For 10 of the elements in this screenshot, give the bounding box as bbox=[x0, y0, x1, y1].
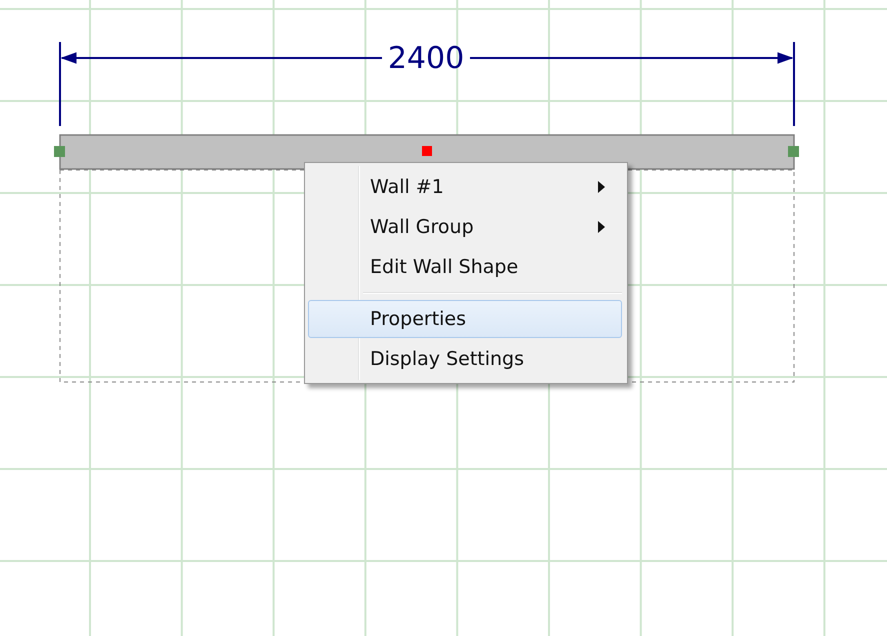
dimension-label: 2400 bbox=[388, 41, 464, 76]
center-handle[interactable] bbox=[422, 146, 432, 156]
end-handle[interactable] bbox=[54, 146, 65, 157]
wall[interactable] bbox=[59, 134, 795, 170]
end-handle[interactable] bbox=[788, 146, 799, 157]
menu-item[interactable]: Display Settings bbox=[308, 340, 622, 378]
menu-item[interactable]: Properties bbox=[308, 300, 622, 338]
menu-item[interactable]: Wall #1 bbox=[308, 168, 622, 206]
menu-item[interactable]: Edit Wall Shape bbox=[308, 248, 622, 286]
menu-item[interactable]: Wall Group bbox=[308, 208, 622, 246]
